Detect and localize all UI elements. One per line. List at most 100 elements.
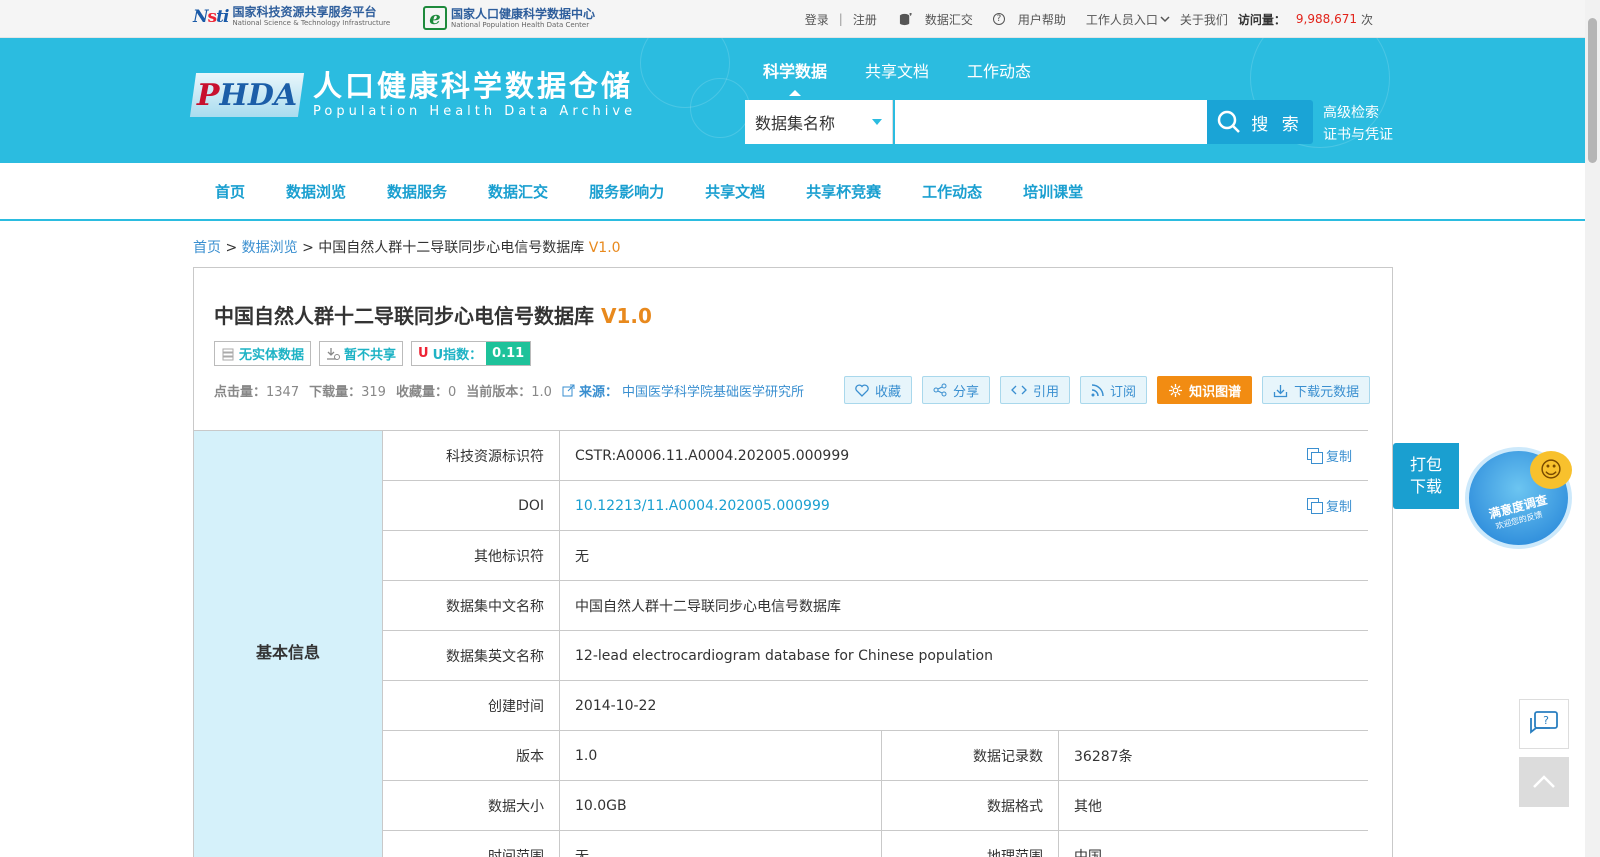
smiley-icon: ☺ — [1530, 451, 1572, 489]
divider: | — [838, 12, 843, 26]
cite-button[interactable]: 引用 — [1000, 376, 1071, 404]
nav-shared-docs[interactable]: 共享文档 — [705, 181, 765, 202]
tag-not-shared-label: 暂不共享 — [344, 348, 397, 363]
graph-icon — [1169, 383, 1183, 397]
search-scope-select[interactable]: 数据集名称 — [745, 100, 893, 144]
favorite-label: 收藏 — [875, 384, 902, 400]
subscribe-label: 订阅 — [1110, 384, 1137, 400]
search-button[interactable]: 搜 索 — [1207, 100, 1313, 144]
table-row: 版本 1.0 数据记录数 36287条 — [383, 730, 1368, 780]
register-link[interactable]: 注册 — [853, 11, 877, 28]
pack-download-button[interactable]: 打包 下载 — [1393, 443, 1459, 509]
cstr-value: CSTR:A0006.11.A0004.202005.000999 — [575, 447, 850, 464]
feedback-button[interactable]: ? — [1519, 699, 1569, 749]
scrollbar-thumb[interactable] — [1588, 18, 1597, 163]
row-value: 10.12213/11.A0004.202005.000999 复制 — [560, 481, 1368, 530]
caret-down-icon — [872, 119, 882, 130]
nav-home[interactable]: 首页 — [215, 181, 245, 202]
copy-cstr-button[interactable]: 复制 — [1306, 446, 1352, 465]
table-row: 数据集中文名称 中国自然人群十二导联同步心电信号数据库 — [383, 580, 1368, 630]
nav-training[interactable]: 培训课堂 — [1023, 181, 1083, 202]
stat-favorites-value: 0 — [447, 385, 457, 400]
u-index-badge: U U指数： 0.11 — [411, 341, 532, 366]
row-key: 数据记录数 — [882, 731, 1059, 780]
knowledge-graph-button[interactable]: 知识图谱 — [1157, 376, 1253, 404]
stat-favorites-label: 收藏量： — [395, 385, 448, 400]
visits-label: 访问量： — [1237, 12, 1286, 27]
nsti-logo-en: National Science & Technology Infrastruc… — [232, 19, 391, 27]
chevron-up-icon — [1533, 775, 1555, 788]
row-value: 36287条 — [1074, 748, 1133, 765]
share-button[interactable]: 分享 — [922, 376, 991, 404]
search-input[interactable] — [893, 100, 1207, 144]
breadcrumb-current: 中国自然人群十二导联同步心电信号数据库 — [318, 240, 585, 256]
banner-nav-work-updates[interactable]: 工作动态 — [967, 58, 1031, 82]
data-submit-link[interactable]: 数据汇交 — [899, 11, 973, 28]
nav-sharing-cup[interactable]: 共享杯竞赛 — [806, 181, 881, 202]
copy-doi-button[interactable]: 复制 — [1306, 496, 1352, 515]
database-icon — [899, 12, 912, 25]
certificates-link[interactable]: 证书与凭证 — [1323, 124, 1393, 146]
stat-clicks: 点击量：1347 — [214, 381, 299, 400]
dataset-source[interactable]: 来源： 中国医学科学院基础医学研究所 — [562, 381, 804, 400]
advanced-search-link[interactable]: 高级检索 — [1323, 102, 1393, 124]
doi-link[interactable]: 10.12213/11.A0004.202005.000999 — [575, 498, 830, 514]
row-key: 时间范围 — [383, 831, 560, 857]
download-metadata-label: 下载元数据 — [1294, 384, 1360, 400]
banner-nav-shared-docs[interactable]: 共享文档 — [865, 58, 929, 82]
nav-data-service[interactable]: 数据服务 — [387, 181, 447, 202]
table-row: DOI 10.12213/11.A0004.202005.000999 复制 — [383, 480, 1368, 530]
nsti-logo-mark: Nsti — [193, 6, 229, 27]
row-key: 版本 — [383, 731, 560, 780]
download-metadata-button[interactable]: 下载元数据 — [1262, 376, 1371, 404]
nav-data-browse[interactable]: 数据浏览 — [286, 181, 346, 202]
back-to-top-button[interactable] — [1519, 757, 1569, 807]
breadcrumb-version: V1.0 — [588, 240, 621, 256]
dataset-tags: 无实体数据 暂不共享 U U指数： 0.11 — [214, 341, 532, 366]
row-key: 数据集中文名称 — [383, 581, 560, 630]
user-help-link[interactable]: ? 用户帮助 — [983, 11, 1066, 28]
row-value: 中国自然人群十二导联同步心电信号数据库 — [575, 598, 841, 615]
top-bar: Nsti 国家科技资源共享服务平台 National Science & Tec… — [0, 0, 1585, 38]
login-link[interactable]: 登录 — [805, 11, 829, 28]
row-key: 地理范围 — [882, 831, 1059, 857]
search-icon — [1218, 110, 1241, 133]
staff-entry-dropdown[interactable]: 工作人员入口 — [1076, 11, 1170, 28]
copy-label: 复制 — [1325, 450, 1352, 465]
stack-icon — [222, 348, 234, 360]
nav-work-updates[interactable]: 工作动态 — [922, 181, 982, 202]
main-nav: 首页 数据浏览 数据服务 数据汇交 服务影响力 共享文档 共享杯竞赛 工作动态 … — [0, 163, 1585, 221]
subscribe-button[interactable]: 订阅 — [1080, 376, 1148, 404]
banner-nav-scientific-data[interactable]: 科学数据 — [763, 58, 827, 96]
search-bar: 数据集名称 搜 索 — [745, 100, 1313, 144]
share-icon — [933, 383, 947, 397]
table-row: 时间范围 无 地理范围 中国 — [383, 830, 1368, 857]
nav-service-impact[interactable]: 服务影响力 — [589, 181, 664, 202]
row-value: 10.0GB — [560, 781, 882, 830]
breadcrumb-browse[interactable]: 数据浏览 — [242, 240, 298, 256]
phda-logo-text: PHDA — [196, 77, 298, 112]
banner-decoration — [690, 78, 750, 138]
phda-logo[interactable]: PHDA 人口健康科学数据仓储 Population Health Data A… — [189, 70, 636, 119]
row-value: 1.0 — [560, 731, 882, 780]
breadcrumb-home[interactable]: 首页 — [193, 240, 221, 256]
dataset-card: 中国自然人群十二导联同步心电信号数据库 V1.0 无实体数据 暂不共享 U U指… — [193, 267, 1393, 857]
stat-version-value: 1.0 — [531, 385, 552, 400]
favorite-button[interactable]: 收藏 — [844, 376, 913, 404]
data-submit-label: 数据汇交 — [924, 12, 973, 27]
table-row: 数据集英文名称 12-lead electrocardiogram databa… — [383, 630, 1368, 680]
basic-info-rows: 科技资源标识符 CSTR:A0006.11.A0004.202005.00099… — [383, 430, 1368, 857]
table-row: 数据大小 10.0GB 数据格式 其他 — [383, 780, 1368, 830]
nav-data-submit[interactable]: 数据汇交 — [488, 181, 548, 202]
pack-download-line1: 打包 — [1409, 455, 1442, 474]
visit-counter: 访问量： 9,988,671 次 — [1238, 11, 1373, 28]
page-scrollbar[interactable] — [1585, 0, 1600, 857]
stat-clicks-label: 点击量： — [214, 385, 267, 400]
about-link[interactable]: 关于我们 — [1180, 11, 1228, 28]
code-icon — [1011, 385, 1027, 395]
share-label: 分享 — [953, 384, 980, 400]
nsti-logo[interactable]: Nsti 国家科技资源共享服务平台 National Science & Tec… — [193, 6, 390, 27]
nphdc-logo[interactable]: e 国家人口健康科学数据中心 National Population Healt… — [423, 6, 595, 30]
nphdc-logo-cn: 国家人口健康科学数据中心 — [451, 6, 596, 21]
external-link-icon — [562, 384, 575, 397]
